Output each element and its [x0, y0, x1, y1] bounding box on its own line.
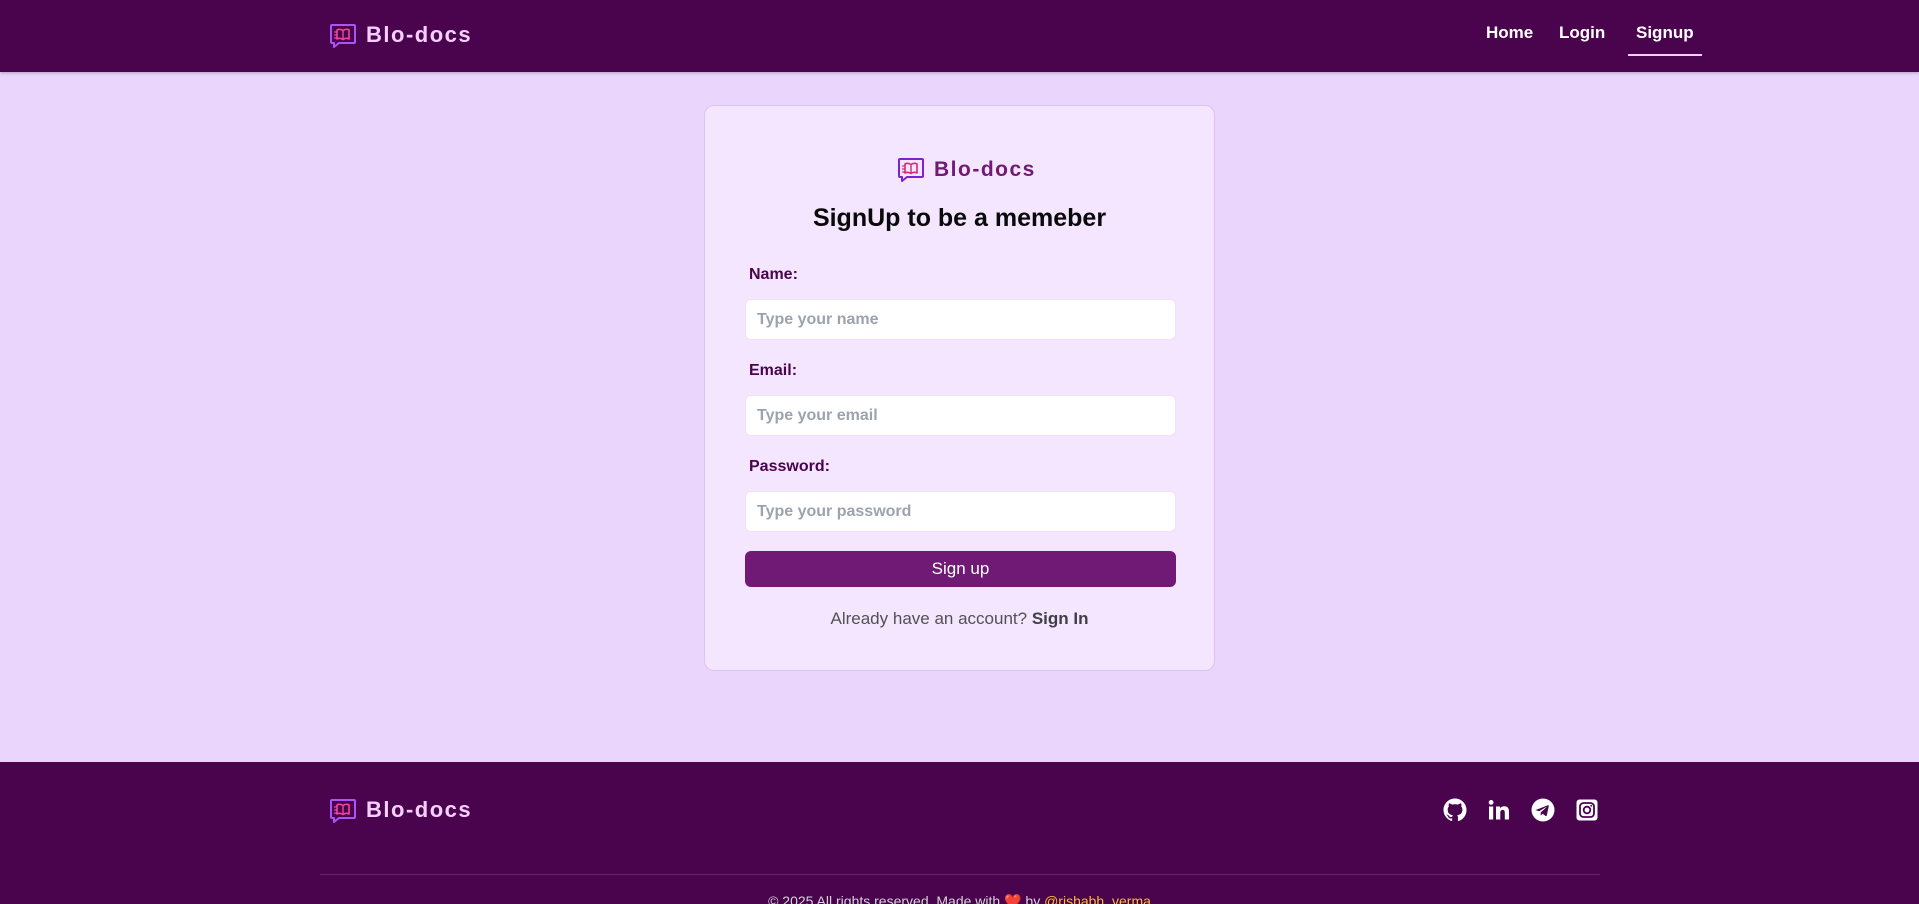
- social-links: [1443, 798, 1599, 822]
- signup-button[interactable]: Sign up: [745, 551, 1176, 587]
- account-prompt-text: Already have an account?: [830, 609, 1028, 628]
- instagram-icon[interactable]: [1575, 798, 1599, 822]
- card-brand-name: Blo-docs: [934, 157, 1036, 181]
- footer-brand-link[interactable]: Blo-docs: [329, 796, 472, 824]
- nav-signup[interactable]: Signup: [1628, 22, 1702, 56]
- copyright-prefix: © 2025 All rights reserved. Made with: [768, 893, 1001, 904]
- heart-icon: ❤️: [1004, 893, 1022, 904]
- signin-link[interactable]: Sign In: [1032, 609, 1089, 628]
- footer-divider: [320, 874, 1600, 875]
- name-input[interactable]: [745, 299, 1176, 340]
- top-navbar: Blo-docs Home Login Signup: [0, 0, 1919, 72]
- brand-logo-link[interactable]: Blo-docs: [329, 21, 472, 49]
- author-link[interactable]: @rishabh_verma: [1044, 893, 1151, 904]
- book-chat-icon: [329, 796, 357, 824]
- footer-brand-name: Blo-docs: [366, 797, 473, 822]
- card-brand: Blo-docs: [897, 155, 1036, 183]
- name-label: Name:: [749, 266, 798, 283]
- nav-home[interactable]: Home: [1478, 22, 1541, 54]
- copyright-text: © 2025 All rights reserved. Made with ❤️…: [0, 893, 1919, 904]
- by-text: by: [1025, 893, 1041, 904]
- password-label: Password:: [749, 458, 830, 475]
- telegram-icon[interactable]: [1531, 798, 1555, 822]
- book-chat-icon: [897, 155, 925, 183]
- email-label: Email:: [749, 362, 798, 379]
- brand-name: Blo-docs: [366, 22, 473, 47]
- email-input[interactable]: [745, 395, 1176, 436]
- book-chat-icon: [329, 21, 357, 49]
- footer: Blo-docs © 2025 All rights reserved. Mad…: [0, 762, 1919, 904]
- nav-login[interactable]: Login: [1551, 22, 1613, 54]
- linkedin-icon[interactable]: [1487, 798, 1511, 822]
- signup-card: Blo-docs SignUp to be a memeber Name: Em…: [704, 105, 1215, 671]
- password-input[interactable]: [745, 491, 1176, 532]
- signin-prompt: Already have an account? Sign In: [705, 609, 1214, 629]
- github-icon[interactable]: [1443, 798, 1467, 822]
- signup-title: SignUp to be a memeber: [812, 204, 1107, 232]
